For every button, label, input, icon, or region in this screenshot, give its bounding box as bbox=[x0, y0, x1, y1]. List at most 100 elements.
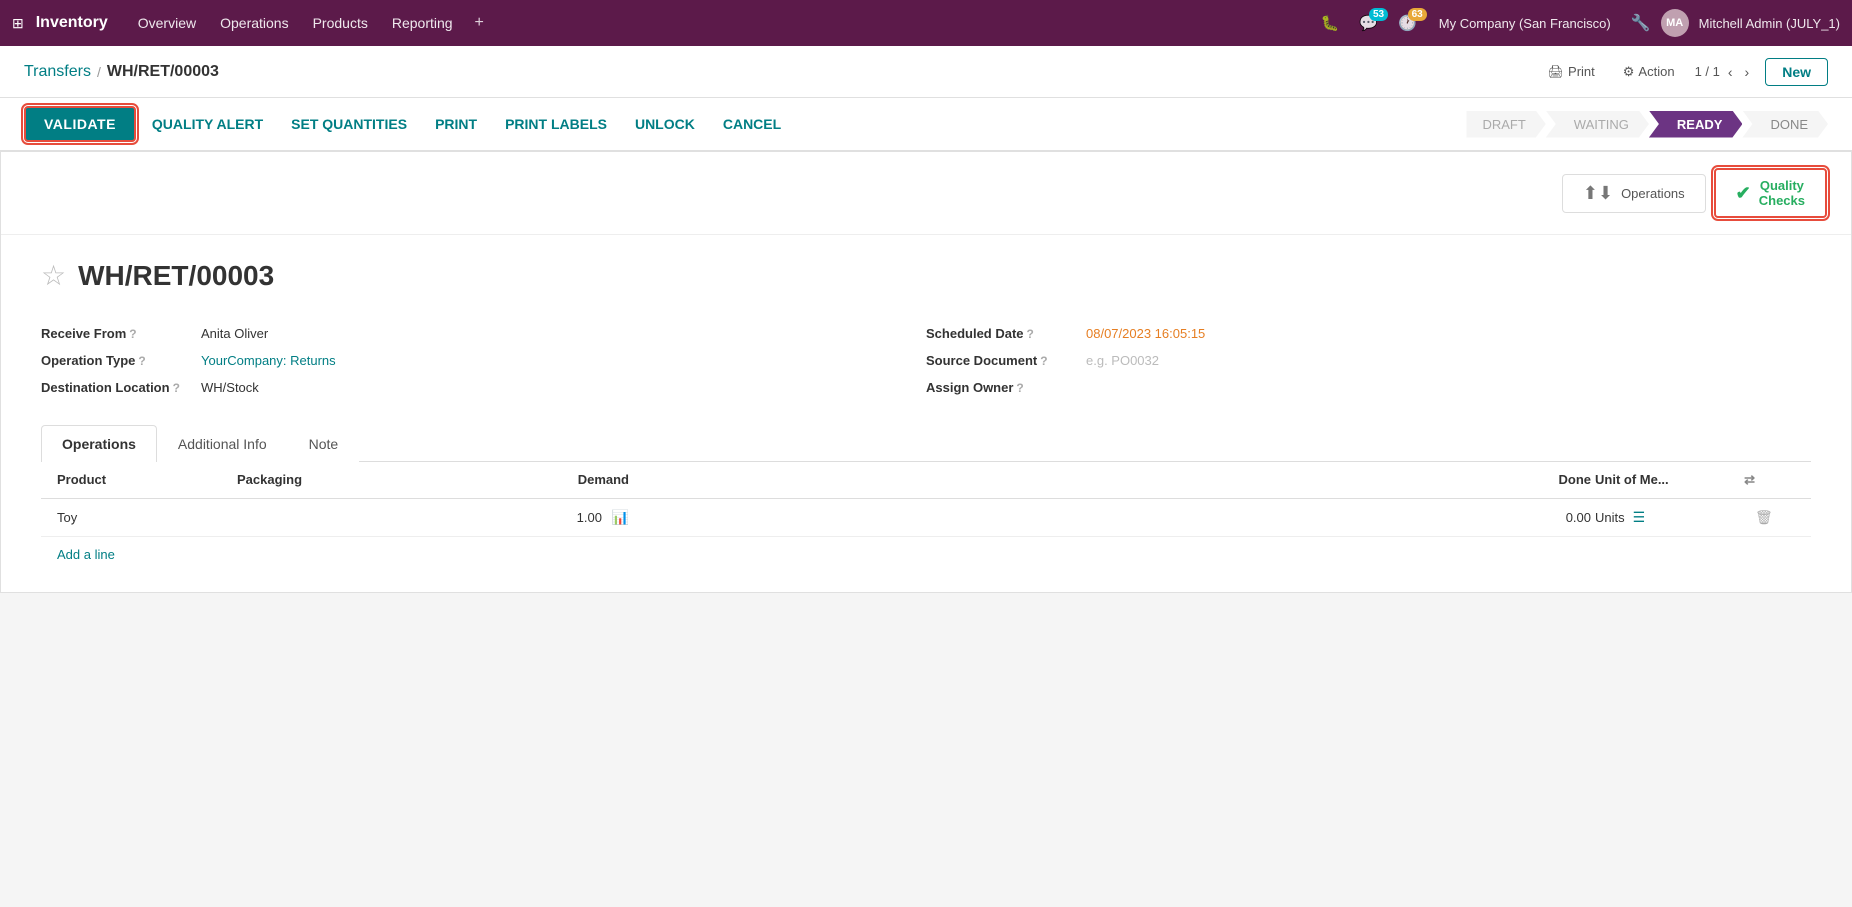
nav-overview[interactable]: Overview bbox=[128, 11, 206, 35]
add-menu-icon[interactable]: + bbox=[467, 10, 492, 36]
page-header: Transfers / WH/RET/00003 🖨 Print ⚙ Actio… bbox=[0, 46, 1852, 98]
header-actions: 🖨 Print ⚙ Action 1 / 1 ‹ › New bbox=[1540, 58, 1828, 86]
source-document-value[interactable]: e.g. PO0032 bbox=[1086, 353, 1159, 368]
operations-icon: ⬆⬇ bbox=[1583, 183, 1613, 204]
receive-from-help-icon[interactable]: ? bbox=[129, 327, 136, 341]
tabs-container: Operations Additional Info Note bbox=[41, 425, 1811, 462]
main-content: ⬆⬇ Operations ✔ QualityChecks ☆ WH/RET/0… bbox=[0, 151, 1852, 593]
destination-location-help-icon[interactable]: ? bbox=[173, 381, 180, 395]
user-name[interactable]: Mitchell Admin (JULY_1) bbox=[1693, 16, 1840, 31]
next-page-button[interactable]: › bbox=[1741, 62, 1754, 82]
source-document-help-icon[interactable]: ? bbox=[1040, 354, 1047, 368]
messages-icon[interactable]: 💬 53 bbox=[1351, 10, 1386, 36]
top-navigation: ⊞ Inventory Overview Operations Products… bbox=[0, 0, 1852, 46]
col-settings-icon[interactable]: ⇄ bbox=[1715, 472, 1755, 488]
forecast-icon[interactable]: 📊 bbox=[612, 509, 629, 525]
user-avatar[interactable]: MA bbox=[1661, 9, 1689, 37]
table-container: Product Packaging Demand Done Unit of Me… bbox=[41, 462, 1811, 572]
form-title: WH/RET/00003 bbox=[78, 260, 274, 292]
col-packaging: Packaging bbox=[237, 472, 417, 488]
table-row: Toy 1.00 📊 0.00 Units ☰ 🗑 bbox=[41, 499, 1811, 537]
right-fields: Scheduled Date ? 08/07/2023 16:05:15 Sou… bbox=[926, 320, 1811, 401]
nav-operations[interactable]: Operations bbox=[210, 11, 298, 35]
form-body: ☆ WH/RET/00003 Receive From ? Anita Oliv… bbox=[1, 235, 1851, 592]
print-icon: 🖨 bbox=[1548, 64, 1565, 80]
quality-checks-smart-button[interactable]: ✔ QualityChecks bbox=[1714, 168, 1827, 218]
form-fields: Receive From ? Anita Oliver Operation Ty… bbox=[41, 320, 1811, 401]
set-quantities-button[interactable]: SET QUANTITIES bbox=[279, 108, 419, 140]
tab-note[interactable]: Note bbox=[288, 425, 360, 462]
receive-from-row: Receive From ? Anita Oliver bbox=[41, 320, 926, 347]
operation-type-help-icon[interactable]: ? bbox=[138, 354, 145, 368]
source-document-label: Source Document ? bbox=[926, 353, 1086, 368]
row-unit: Units bbox=[1595, 510, 1625, 525]
destination-location-label: Destination Location ? bbox=[41, 380, 201, 395]
app-name: Inventory bbox=[36, 14, 108, 32]
checkmark-icon: ✔ bbox=[1736, 183, 1751, 204]
app-grid-icon[interactable]: ⊞ bbox=[12, 15, 24, 32]
row-demand: 1.00 📊 bbox=[417, 509, 637, 526]
print-button-action[interactable]: PRINT bbox=[423, 108, 489, 140]
assign-owner-help-icon[interactable]: ? bbox=[1016, 381, 1023, 395]
destination-location-value[interactable]: WH/Stock bbox=[201, 380, 259, 395]
assign-owner-label: Assign Owner ? bbox=[926, 380, 1086, 395]
activity-icon[interactable]: 🕐 63 bbox=[1390, 10, 1425, 36]
tab-operations[interactable]: Operations bbox=[41, 425, 157, 462]
pagination: 1 / 1 ‹ › bbox=[1695, 62, 1754, 82]
status-done[interactable]: DONE bbox=[1742, 111, 1828, 138]
activity-badge: 63 bbox=[1408, 8, 1427, 21]
status-draft[interactable]: DRAFT bbox=[1466, 111, 1545, 138]
quality-alert-button[interactable]: QUALITY ALERT bbox=[140, 108, 275, 140]
cancel-button[interactable]: CANCEL bbox=[711, 108, 793, 140]
action-label: Action bbox=[1638, 64, 1674, 79]
row-product[interactable]: Toy bbox=[57, 510, 237, 525]
breadcrumb: Transfers / WH/RET/00003 bbox=[24, 63, 1540, 81]
nav-products[interactable]: Products bbox=[303, 11, 378, 35]
scheduled-date-help-icon[interactable]: ? bbox=[1027, 327, 1034, 341]
content-card: ⬆⬇ Operations ✔ QualityChecks ☆ WH/RET/0… bbox=[0, 151, 1852, 593]
action-button[interactable]: ⚙ Action bbox=[1615, 60, 1683, 84]
breadcrumb-current: WH/RET/00003 bbox=[107, 63, 219, 81]
add-line-button[interactable]: Add a line bbox=[41, 537, 1811, 572]
scheduled-date-value[interactable]: 08/07/2023 16:05:15 bbox=[1086, 326, 1205, 341]
unlock-button[interactable]: UNLOCK bbox=[623, 108, 707, 140]
detail-icon[interactable]: ☰ bbox=[1633, 509, 1646, 526]
company-name[interactable]: My Company (San Francisco) bbox=[1429, 16, 1621, 31]
row-done[interactable]: 0.00 bbox=[637, 510, 1595, 525]
delete-row-icon[interactable]: 🗑 bbox=[1755, 509, 1795, 526]
print-button[interactable]: 🖨 Print bbox=[1540, 60, 1603, 84]
breadcrumb-parent[interactable]: Transfers bbox=[24, 63, 91, 81]
quality-checks-label: QualityChecks bbox=[1759, 178, 1805, 208]
operations-smart-button[interactable]: ⬆⬇ Operations bbox=[1562, 174, 1706, 213]
breadcrumb-separator: / bbox=[97, 64, 101, 80]
pagination-text: 1 / 1 bbox=[1695, 64, 1720, 79]
debug-icon[interactable]: 🐛 bbox=[1313, 10, 1348, 36]
smart-buttons-row: ⬆⬇ Operations ✔ QualityChecks bbox=[1, 152, 1851, 235]
tab-additional-info[interactable]: Additional Info bbox=[157, 425, 288, 462]
left-fields: Receive From ? Anita Oliver Operation Ty… bbox=[41, 320, 926, 401]
prev-page-button[interactable]: ‹ bbox=[1724, 62, 1737, 82]
nav-reporting[interactable]: Reporting bbox=[382, 11, 463, 35]
receive-from-label: Receive From ? bbox=[41, 326, 201, 341]
operations-label: Operations bbox=[1621, 186, 1685, 201]
col-unit: Unit of Me... bbox=[1595, 472, 1715, 488]
assign-owner-row: Assign Owner ? bbox=[926, 374, 1811, 401]
scheduled-date-row: Scheduled Date ? 08/07/2023 16:05:15 bbox=[926, 320, 1811, 347]
scheduled-date-label: Scheduled Date ? bbox=[926, 326, 1086, 341]
status-ready[interactable]: READY bbox=[1649, 111, 1743, 138]
validate-button[interactable]: VALIDATE bbox=[24, 106, 136, 142]
new-button[interactable]: New bbox=[1765, 58, 1828, 86]
col-done: Done bbox=[637, 472, 1595, 488]
operation-type-value[interactable]: YourCompany: Returns bbox=[201, 353, 336, 368]
gear-icon: ⚙ bbox=[1623, 64, 1635, 80]
receive-from-value[interactable]: Anita Oliver bbox=[201, 326, 268, 341]
favorite-star-icon[interactable]: ☆ bbox=[41, 259, 66, 292]
print-labels-button[interactable]: PRINT LABELS bbox=[493, 108, 619, 140]
settings-icon[interactable]: 🔧 bbox=[1625, 9, 1657, 37]
col-demand: Demand bbox=[417, 472, 637, 488]
status-waiting[interactable]: WAITING bbox=[1546, 111, 1649, 138]
operation-type-row: Operation Type ? YourCompany: Returns bbox=[41, 347, 926, 374]
operation-type-label: Operation Type ? bbox=[41, 353, 201, 368]
print-label: Print bbox=[1568, 64, 1595, 79]
col-product: Product bbox=[57, 472, 237, 488]
